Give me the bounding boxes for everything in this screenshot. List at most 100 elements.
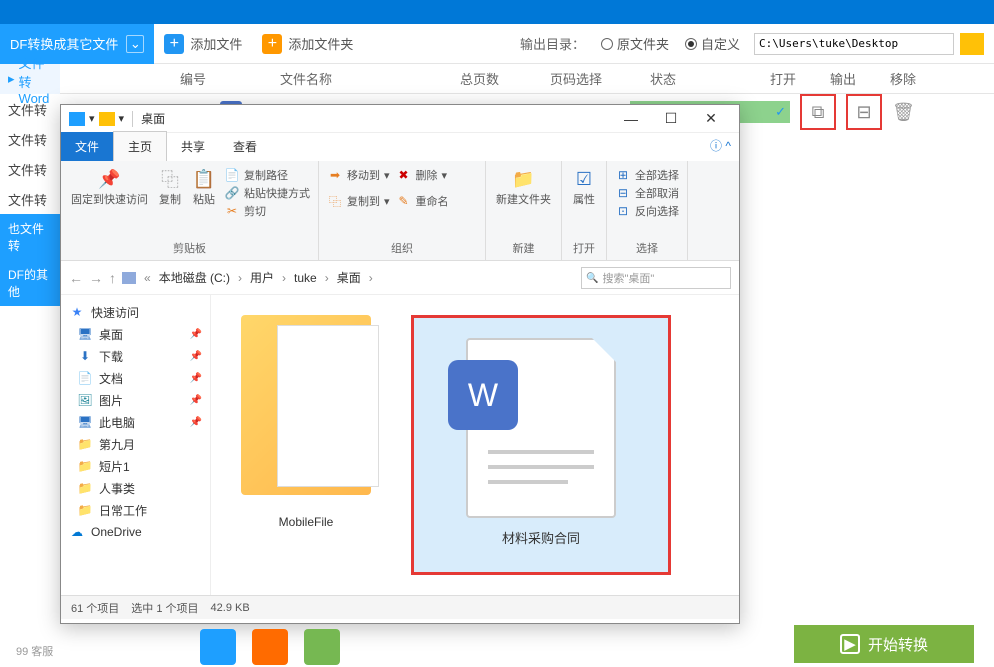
app-header: DF转换成其它文件 ⌄ + 添加文件 + 添加文件夹 输出目录： 原文件夹 自定… — [0, 24, 994, 64]
export-file-button[interactable]: ⊟ — [846, 94, 882, 130]
browse-folder-button[interactable] — [960, 33, 984, 55]
sidebar-item[interactable]: 文件转 — [0, 154, 60, 184]
paste-shortcut-button[interactable]: 🔗粘贴快捷方式 — [224, 185, 310, 201]
check-icon: ✓ — [775, 104, 786, 120]
selected-file-item[interactable]: W 材料采购合同 — [411, 315, 671, 575]
paste-button[interactable]: 📋粘贴 — [190, 165, 218, 221]
file-explorer-window: ▾ ▾ 桌面 — ☐ ✕ 文件 主页 共享 查看 ⓘ ^ 📌固定到快速访问 ⿻复… — [60, 104, 740, 624]
window-title: 桌面 — [141, 110, 165, 127]
files-pane[interactable]: MobileFile W 材料采购合同 — [211, 295, 739, 595]
tab-share[interactable]: 共享 — [167, 132, 219, 161]
search-input[interactable]: 搜索"桌面" — [581, 267, 731, 289]
taskbar-icon[interactable] — [304, 629, 340, 665]
sidebar-section[interactable]: 也文件转 — [0, 214, 60, 260]
nav-folder[interactable]: 📁人事类 — [61, 477, 210, 499]
nav-onedrive[interactable]: ☁OneDrive — [61, 521, 210, 543]
nav-downloads[interactable]: ⬇下载📌 — [61, 345, 210, 367]
select-all-button[interactable]: ⊞全部选择 — [615, 167, 679, 183]
rename-button[interactable]: ✎重命名 — [396, 193, 449, 209]
forward-button[interactable]: → — [89, 270, 103, 286]
sidebar-item[interactable]: 文件转 — [0, 124, 60, 154]
group-open: 打开 — [570, 240, 598, 256]
invert-selection-button[interactable]: ⊡反向选择 — [615, 203, 679, 219]
window-titlebar — [0, 0, 994, 24]
sidebar-section[interactable]: DF的其他 — [0, 260, 60, 306]
taskbar-icon[interactable] — [200, 629, 236, 665]
copy-to-button[interactable]: ⿻复制到 ▾ — [327, 193, 390, 209]
radio-original-folder[interactable]: 原文件夹 — [593, 34, 677, 53]
crumb-disk[interactable]: 本地磁盘 (C:) — [159, 269, 230, 286]
folder-icon — [241, 315, 371, 495]
pin-to-quick-button[interactable]: 📌固定到快速访问 — [69, 165, 150, 221]
copy-path-button[interactable]: 📄复制路径 — [224, 167, 310, 183]
folder-item[interactable]: MobileFile — [231, 315, 381, 575]
collapse-ribbon-icon[interactable]: ⓘ ^ — [710, 137, 731, 154]
select-none-button[interactable]: ⊟全部取消 — [615, 185, 679, 201]
nav-thispc[interactable]: 🖥此电脑📌 — [61, 411, 210, 433]
add-file-button[interactable]: + 添加文件 — [154, 24, 252, 64]
word-badge-icon: W — [448, 360, 518, 430]
crumb-desktop[interactable]: 桌面 — [337, 269, 361, 286]
col-status: 状态 — [650, 69, 770, 88]
selected-count: 选中 1 个项目 — [131, 600, 198, 616]
folder-icon — [99, 112, 115, 126]
nav-desktop[interactable]: 🖥桌面📌 — [61, 323, 210, 345]
copy-button[interactable]: ⿻复制 — [156, 165, 184, 221]
crumb-users[interactable]: 用户 — [250, 269, 274, 286]
col-number: 编号 — [180, 69, 280, 88]
plus-icon: + — [262, 34, 282, 54]
add-file-label: 添加文件 — [190, 34, 242, 53]
status-bar: 61 个项目 选中 1 个项目 42.9 KB — [61, 595, 739, 619]
plus-icon: + — [164, 34, 184, 54]
sidebar-item[interactable]: 文件转 — [0, 184, 60, 214]
start-convert-button[interactable]: ▶ 开始转换 — [794, 625, 974, 663]
file-name: 材料采购合同 — [502, 528, 580, 547]
tab-home[interactable]: 主页 — [113, 131, 167, 161]
play-icon: ▶ — [840, 634, 860, 654]
nav-documents[interactable]: 📄文档📌 — [61, 367, 210, 389]
taskbar-icon[interactable] — [252, 629, 288, 665]
trash-icon[interactable]: 🗑 — [892, 102, 915, 123]
cut-button[interactable]: ✂剪切 — [224, 203, 310, 219]
group-organize: 组织 — [327, 240, 477, 256]
window-icon — [69, 112, 85, 126]
col-pages: 总页数 — [460, 69, 550, 88]
sidebar: ▸文件转Word 文件转 文件转 文件转 文件转 也文件转 DF的其他 — [0, 64, 60, 306]
minimize-button[interactable]: — — [611, 105, 651, 133]
crumb-user[interactable]: tuke — [294, 271, 317, 285]
maximize-button[interactable]: ☐ — [651, 105, 691, 133]
group-clipboard: 剪贴板 — [69, 240, 310, 256]
col-pagesel: 页码选择 — [550, 69, 650, 88]
add-folder-label: 添加文件夹 — [288, 34, 353, 53]
ribbon-tabs: 文件 主页 共享 查看 ⓘ ^ — [61, 133, 739, 161]
nav-quick-access[interactable]: ★快速访问 — [61, 301, 210, 323]
move-to-button[interactable]: ➡移动到 ▾ — [327, 167, 390, 183]
open-file-button[interactable]: ⧉ — [800, 94, 836, 130]
radio-custom[interactable]: 自定义 — [677, 34, 748, 53]
close-button[interactable]: ✕ — [691, 105, 731, 133]
col-filename: 文件名称 — [280, 69, 460, 88]
properties-button[interactable]: ☑属性 — [570, 165, 598, 209]
tab-view[interactable]: 查看 — [219, 132, 271, 161]
sidebar-item-word[interactable]: ▸文件转Word — [0, 64, 60, 94]
back-button[interactable]: ← — [69, 270, 83, 286]
nav-pictures[interactable]: 🖼图片📌 — [61, 389, 210, 411]
convert-label: 开始转换 — [868, 634, 928, 655]
group-new: 新建 — [494, 240, 553, 256]
new-folder-button[interactable]: 📁新建文件夹 — [494, 165, 553, 209]
nav-folder[interactable]: 📁日常工作 — [61, 499, 210, 521]
nav-pane: ★快速访问 🖥桌面📌 ⬇下载📌 📄文档📌 🖼图片📌 🖥此电脑📌 📁第九月 📁短片… — [61, 295, 211, 595]
nav-folder[interactable]: 📁短片1 — [61, 455, 210, 477]
nav-folder[interactable]: 📁第九月 — [61, 433, 210, 455]
explorer-titlebar[interactable]: ▾ ▾ 桌面 — ☐ ✕ — [61, 105, 739, 133]
add-folder-button[interactable]: + 添加文件夹 — [252, 24, 363, 64]
tab-file[interactable]: 文件 — [61, 132, 113, 161]
delete-button[interactable]: ✖删除 ▾ — [396, 167, 448, 183]
output-path-input[interactable] — [754, 33, 954, 55]
output-dir-label: 输出目录： — [512, 34, 593, 53]
breadcrumb[interactable]: ← → ↑ « 本地磁盘 (C:)› 用户› tuke› 桌面› 搜索"桌面" — [61, 261, 739, 295]
category-tab-label: DF转换成其它文件 — [10, 34, 118, 53]
support-label[interactable]: 99 客服 — [16, 643, 53, 659]
chevron-down-icon[interactable]: ⌄ — [126, 35, 144, 53]
up-button[interactable]: ↑ — [109, 270, 116, 286]
